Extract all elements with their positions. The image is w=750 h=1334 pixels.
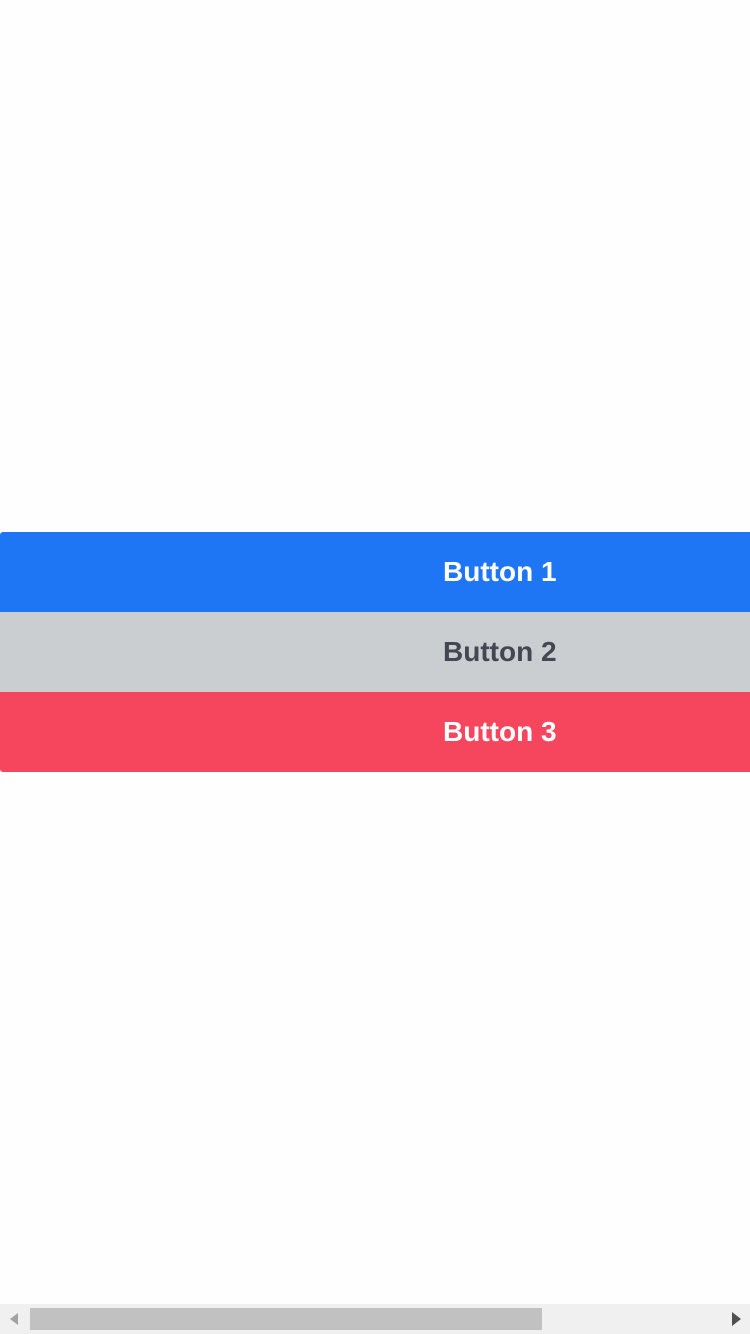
button-1[interactable]: Button 1 <box>0 532 750 612</box>
scroll-left-arrow-icon[interactable] <box>0 1304 28 1334</box>
scroll-right-arrow-icon[interactable] <box>722 1304 750 1334</box>
button-group: Button 1 Button 2 Button 3 <box>0 532 750 772</box>
page: Button 1 Button 2 Button 3 <box>0 0 750 1334</box>
scrollbar-thumb[interactable] <box>30 1308 542 1330</box>
button-3[interactable]: Button 3 <box>0 692 750 772</box>
button-2[interactable]: Button 2 <box>0 612 750 692</box>
horizontal-scrollbar[interactable] <box>0 1304 750 1334</box>
